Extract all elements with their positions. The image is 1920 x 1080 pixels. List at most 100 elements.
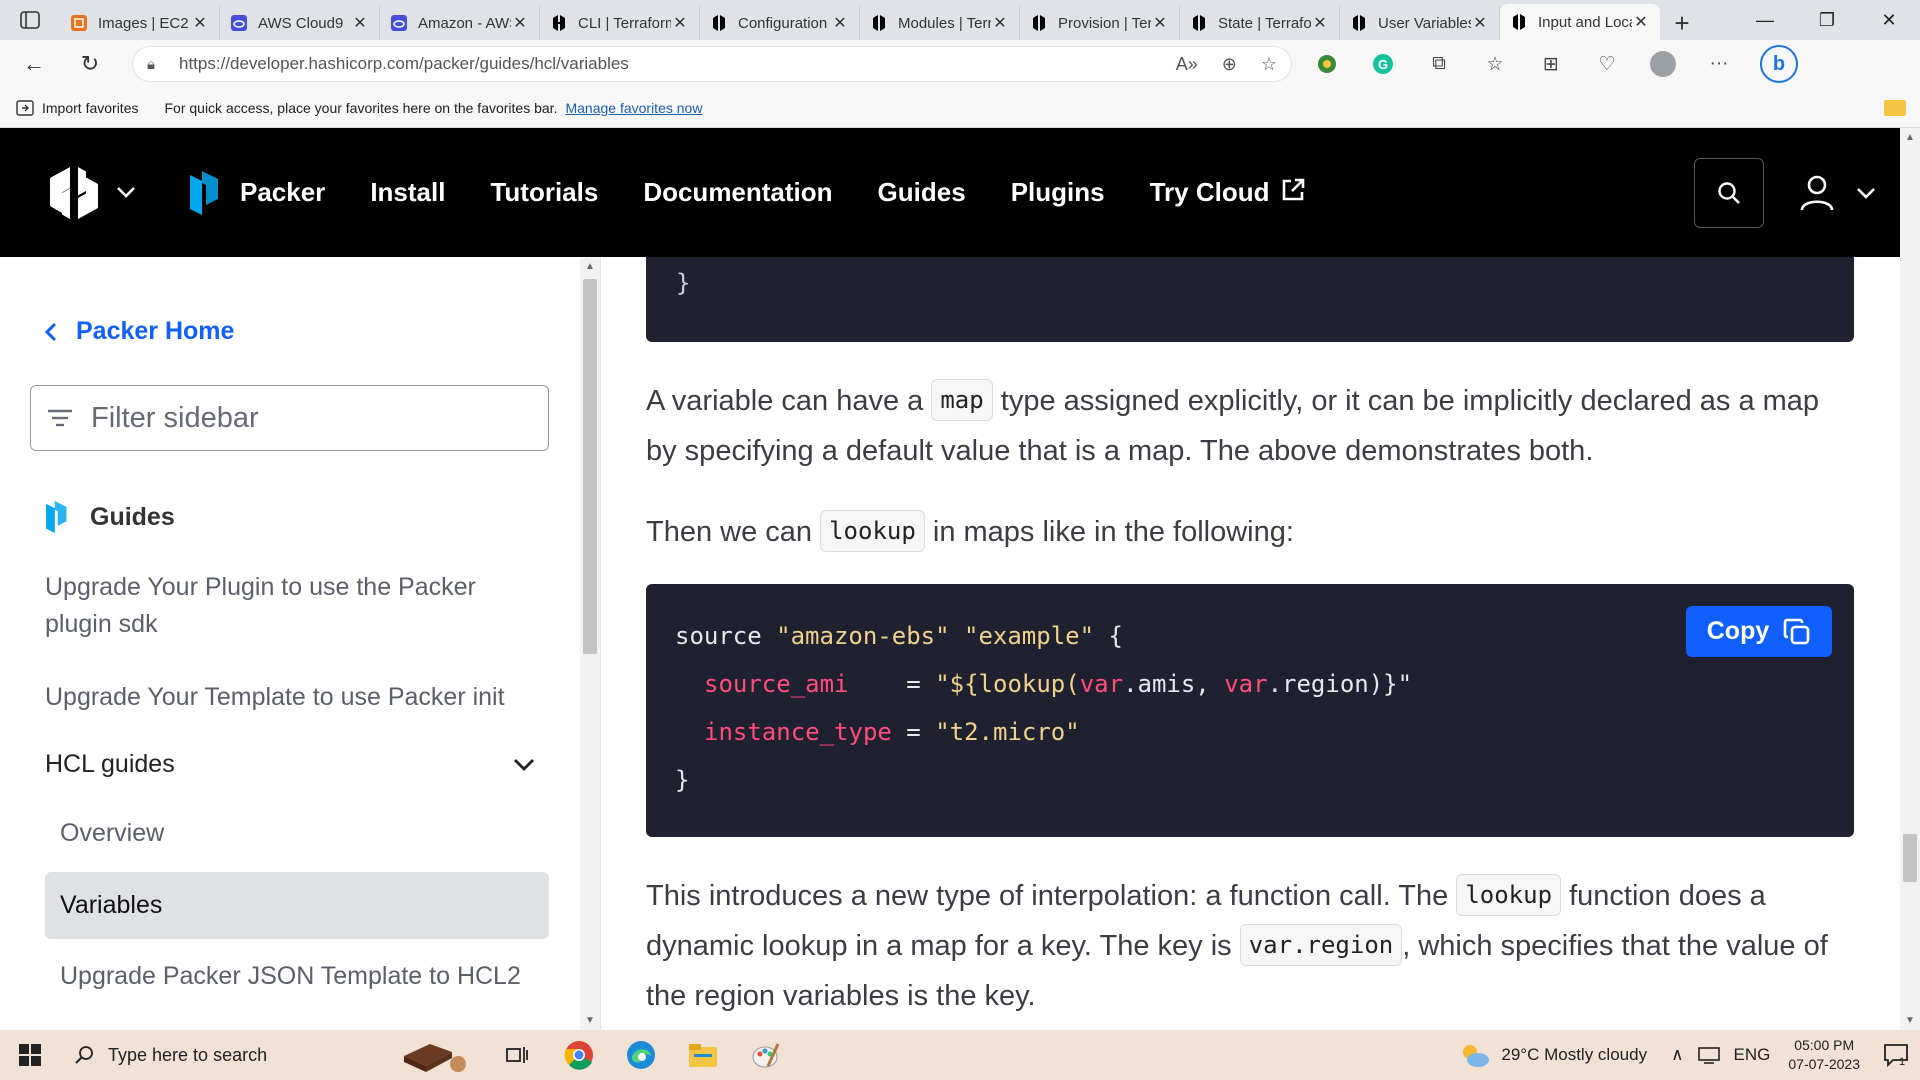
scroll-thumb[interactable] [1903,834,1917,882]
nav-tutorials[interactable]: Tutorials [490,177,598,208]
back-button[interactable]: ← [12,42,56,86]
browser-tab[interactable]: Images | EC2 ✕ [60,6,220,40]
search-highlight-icon [404,1044,466,1072]
sidebar-scrollbar[interactable]: ▲ ▼ [580,257,600,1030]
code-token: "example" [964,622,1095,650]
nav-documentation[interactable]: Documentation [643,177,832,208]
scroll-down-arrow[interactable]: ▼ [585,1015,595,1026]
chevron-up-icon[interactable]: ∧ [1671,1045,1683,1065]
restore-button[interactable]: ❐ [1796,0,1858,40]
minimize-button[interactable]: — [1734,0,1796,40]
sidebar-item-upgrade-json[interactable]: Upgrade Packer JSON Template to HCL2 [60,962,521,991]
start-button[interactable] [0,1030,60,1080]
browser-tab[interactable]: Amazon - AWS ✕ [380,6,540,40]
zoom-icon[interactable]: ⊕ [1222,54,1237,75]
user-menu-button[interactable] [1800,175,1876,211]
browser-tab[interactable]: State | Terraform ✕ [1180,6,1340,40]
browser-tab-strip: Images | EC2 ✕ AWS Cloud9 ✕ Amazon - AWS… [0,0,1920,40]
url-bar-actions: A» ⊕ ☆ [1176,54,1277,75]
nav-plugins[interactable]: Plugins [1011,177,1105,208]
browser-tab[interactable]: Configuration ✕ [700,6,860,40]
close-icon[interactable]: ✕ [671,13,689,33]
scroll-up-arrow[interactable]: ▲ [1905,132,1915,143]
language-indicator[interactable]: ENG [1734,1045,1771,1065]
import-favorites-button[interactable]: Import favorites [16,100,138,116]
browser-tab[interactable]: CLI | Terraform ✕ [540,6,700,40]
taskbar-search-placeholder: Type here to search [108,1044,268,1065]
refresh-button[interactable]: ↻ [68,42,112,86]
product-name[interactable]: Packer [240,177,325,208]
scroll-down-arrow[interactable]: ▼ [1905,1015,1915,1026]
browser-tab[interactable]: Provision | Terraform ✕ [1020,6,1180,40]
sidebar-item-variables[interactable]: Variables [45,872,549,939]
edge-icon[interactable] [624,1038,658,1072]
nav-guides[interactable]: Guides [878,177,966,208]
more-options-icon[interactable]: ··· [1704,49,1734,79]
code-token: source [675,622,777,650]
url-text[interactable]: https://developer.hashicorp.com/packer/g… [179,54,1176,74]
extension-globe-icon[interactable] [1312,49,1342,79]
sidebar-item-upgrade-plugin[interactable]: Upgrade Your Plugin to use the Packer pl… [45,569,525,643]
copy-button[interactable]: Copy [1686,606,1832,657]
collections-icon[interactable]: ⊞ [1536,49,1566,79]
import-icon [16,99,34,116]
task-view-icon[interactable] [500,1038,534,1072]
browser-tab-active[interactable]: Input and Local ✕ [1500,4,1660,40]
hashicorp-icon [1350,14,1368,32]
sidebar-item-label: Variables [60,891,163,919]
file-explorer-icon[interactable] [686,1038,720,1072]
manage-favorites-link[interactable]: Manage favorites now [565,100,702,116]
lock-icon[interactable]: 🔒︎ [147,56,167,73]
network-icon[interactable] [1697,1046,1720,1064]
search-icon [1718,181,1740,204]
new-tab-button[interactable]: + [1660,6,1704,40]
packer-home-link[interactable]: Packer [190,170,370,215]
browser-tab[interactable]: AWS Cloud9 ✕ [220,6,380,40]
browser-tab[interactable]: User Variables ✕ [1340,6,1500,40]
clock[interactable]: 05:00 PM 07-07-2023 [1788,1036,1860,1074]
close-icon[interactable]: ✕ [511,13,529,33]
close-window-button[interactable]: ✕ [1858,0,1920,40]
extensions-icon[interactable]: ⧉ [1424,49,1454,79]
packer-home-back-link[interactable]: Packer Home [44,317,234,346]
tab-actions-button[interactable] [0,0,60,40]
close-icon[interactable]: ✕ [831,13,849,33]
filter-sidebar-input[interactable] [91,401,511,435]
close-icon[interactable]: ✕ [191,13,209,33]
close-icon[interactable]: ✕ [1151,13,1169,33]
page-scrollbar[interactable]: ▲ ▼ [1900,128,1920,1030]
scroll-up-arrow[interactable]: ▲ [585,261,595,272]
cloud9-icon [230,14,248,32]
taskbar-search[interactable]: Type here to search [60,1030,490,1080]
weather-widget[interactable]: 29°C Mostly cloudy [1459,1042,1647,1068]
chevron-down-icon[interactable] [116,181,136,204]
grammarly-icon[interactable]: G [1368,49,1398,79]
sidebar-group-hcl-guides[interactable]: HCL guides [45,750,535,779]
sidebar-section-title: Guides [46,501,175,533]
notification-center-button[interactable]: 1 [1876,1042,1912,1068]
sidebar-item-overview[interactable]: Overview [60,819,164,848]
close-icon[interactable]: ✕ [351,13,369,33]
favorites-icon[interactable]: ☆ [1480,49,1510,79]
close-icon[interactable]: ✕ [1311,13,1329,33]
profile-avatar[interactable] [1648,49,1678,79]
read-aloud-icon[interactable]: A» [1176,54,1198,75]
browser-essentials-icon[interactable]: ♡ [1592,49,1622,79]
bing-copilot-icon[interactable]: b [1760,45,1798,83]
hashicorp-logo[interactable] [48,166,102,220]
close-icon[interactable]: ✕ [1632,12,1650,32]
favorite-star-icon[interactable]: ☆ [1261,54,1277,75]
chrome-icon[interactable] [562,1038,596,1072]
scroll-thumb[interactable] [583,279,597,654]
other-favorites-folder-icon[interactable] [1884,99,1906,116]
nav-install[interactable]: Install [370,177,445,208]
close-icon[interactable]: ✕ [991,13,1009,33]
nav-try-cloud[interactable]: Try Cloud [1150,177,1306,208]
search-button[interactable] [1694,157,1764,228]
close-icon[interactable]: ✕ [1471,13,1489,33]
sidebar-item-upgrade-template[interactable]: Upgrade Your Template to use Packer init [45,679,525,716]
browser-tab[interactable]: Modules | Terraform ✕ [860,6,1020,40]
filter-sidebar-field[interactable] [30,385,549,451]
url-bar[interactable]: 🔒︎ https://developer.hashicorp.com/packe… [132,46,1292,82]
paint-icon[interactable] [748,1038,782,1072]
